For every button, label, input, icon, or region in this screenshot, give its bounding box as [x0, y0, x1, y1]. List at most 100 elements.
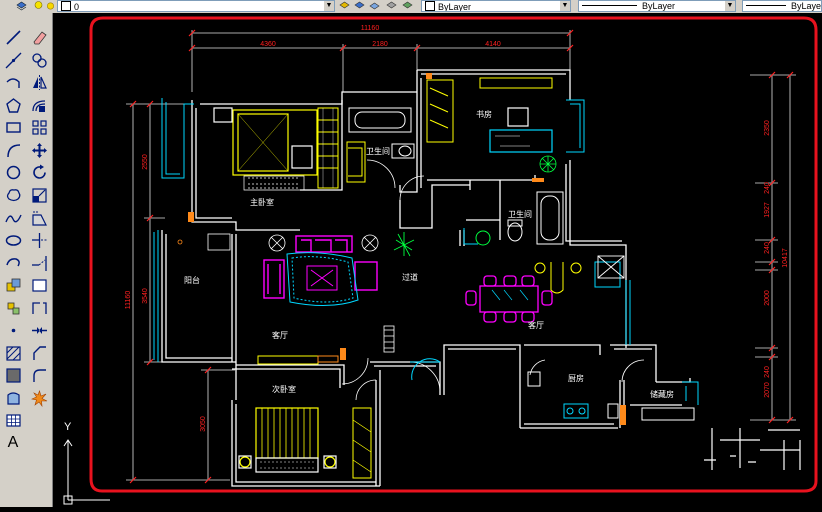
lineweight-value: ByLaye — [791, 1, 822, 11]
layer-unisolate-icon[interactable] — [402, 1, 413, 11]
dim-top-seg2: 2180 — [372, 41, 388, 48]
layer-value: 0 — [74, 2, 80, 12]
living-rug — [286, 252, 359, 307]
polygon-icon[interactable] — [3, 95, 23, 115]
dining-lamps — [534, 262, 582, 294]
table-icon[interactable] — [3, 410, 23, 430]
hatch-icon[interactable] — [3, 343, 23, 363]
chevron-down-icon[interactable]: ▼ — [324, 1, 334, 11]
dim-left-total: 11160 — [125, 291, 132, 310]
dim-right-total: 10417 — [782, 248, 789, 268]
ucs-y-label: Y — [64, 421, 72, 433]
scale-icon[interactable] — [29, 185, 49, 205]
layer-dropdown[interactable]: 0 ▼ — [57, 0, 335, 12]
dim-left-seg1: 2550 — [142, 154, 149, 170]
coffee-table — [306, 265, 338, 291]
ellipse-arc-icon[interactable] — [3, 253, 23, 273]
dim-left-seg2: 3540 — [142, 288, 149, 304]
layer-light-bulb-icon[interactable] — [33, 1, 44, 11]
ucs-icon — [63, 439, 110, 505]
dim-right-seg7: 2070 — [764, 382, 771, 398]
room-storage: 储藏房 — [650, 389, 674, 399]
modify-toolbar — [26, 13, 53, 507]
room-corridor: 过道 — [402, 272, 418, 282]
color-swatch — [425, 1, 435, 11]
dim-right-seg4: 240 — [764, 242, 771, 254]
room-kitchen: 厨房 — [568, 373, 584, 383]
room-balcony: 阳台 — [184, 275, 200, 285]
trim-icon[interactable] — [29, 230, 49, 250]
dim-right-seg6: 240 — [764, 366, 771, 378]
copy-icon[interactable] — [29, 50, 49, 70]
layer-states-icon[interactable] — [16, 1, 27, 11]
polyline-icon[interactable] — [3, 72, 23, 92]
corridor-column — [383, 325, 395, 353]
master-rug — [243, 175, 305, 191]
make-block-icon[interactable] — [3, 298, 23, 318]
color-dropdown[interactable]: ByLayer ▼ — [421, 0, 571, 12]
dim-right-seg5: 2000 — [764, 290, 771, 306]
partial-linework — [704, 428, 801, 470]
point-icon[interactable] — [3, 320, 23, 340]
door-swings — [341, 159, 645, 401]
make-object-layer-current-icon[interactable] — [339, 1, 350, 11]
chevron-down-icon[interactable]: ▼ — [725, 1, 735, 11]
dining-tableware — [491, 289, 529, 301]
offset-icon[interactable] — [29, 95, 49, 115]
gradient-icon[interactable] — [3, 365, 23, 385]
room-bathroom-1: 卫生间 — [366, 146, 390, 156]
dim-top-seg1: 4360 — [260, 41, 276, 48]
join-icon[interactable] — [29, 320, 49, 340]
lineweight-dropdown[interactable]: ByLaye — [742, 0, 822, 12]
dim-right-seg3: 1927 — [764, 202, 771, 218]
room-living: 客厅 — [272, 330, 288, 340]
second-wardrobe — [352, 407, 372, 479]
region-icon[interactable] — [3, 388, 23, 408]
ellipse-icon[interactable] — [3, 230, 23, 250]
arc-icon[interactable] — [3, 140, 23, 160]
lineweight-preview — [746, 5, 786, 6]
layer-freeze-sun-icon[interactable] — [45, 1, 56, 11]
erase-icon[interactable] — [29, 27, 49, 47]
insert-block-icon[interactable] — [3, 275, 23, 295]
drawing-canvas[interactable]: 11160 4360 2180 4140 11160 2550 3540 305… — [53, 13, 822, 507]
move-icon[interactable] — [29, 140, 49, 160]
dim-left-seg3: 3050 — [200, 416, 207, 432]
rectangle-icon[interactable] — [3, 117, 23, 137]
dim-top-seg3: 4140 — [485, 41, 501, 48]
break-at-point-icon[interactable] — [29, 275, 49, 295]
stretch-icon[interactable] — [29, 208, 49, 228]
master-bed — [213, 107, 318, 176]
color-value: ByLayer — [438, 2, 472, 12]
chamfer-icon[interactable] — [29, 343, 49, 363]
fillet-icon[interactable] — [29, 365, 49, 385]
dimension-lines — [126, 30, 796, 481]
mirror-icon[interactable] — [29, 72, 49, 92]
room-study: 书房 — [476, 109, 492, 119]
construction-line-icon[interactable] — [3, 50, 23, 70]
dim-right-seg1: 2350 — [764, 120, 771, 136]
multiline-text-icon[interactable]: A — [3, 433, 23, 453]
spline-icon[interactable] — [3, 208, 23, 228]
layer-walk-icon[interactable] — [369, 1, 380, 11]
layer-previous-icon[interactable] — [354, 1, 365, 11]
door-frames — [188, 73, 626, 425]
linetype-value: ByLayer — [642, 1, 676, 11]
revision-cloud-icon[interactable] — [3, 185, 23, 205]
armchairs — [268, 234, 379, 252]
room-master-bedroom: 主卧室 — [250, 197, 274, 207]
study-desk — [489, 107, 553, 153]
layer-iso-icon[interactable] — [386, 1, 397, 11]
explode-icon[interactable] — [29, 388, 49, 408]
line-icon[interactable] — [3, 27, 23, 47]
study-plant — [539, 155, 557, 173]
break-icon[interactable] — [29, 298, 49, 318]
circle-icon[interactable] — [3, 162, 23, 182]
linetype-dropdown[interactable]: ByLayer ▼ — [578, 0, 736, 12]
rotate-icon[interactable] — [29, 162, 49, 182]
extend-icon[interactable] — [29, 253, 49, 273]
corridor-plant — [393, 232, 415, 257]
array-icon[interactable] — [29, 117, 49, 137]
chevron-down-icon[interactable]: ▼ — [560, 1, 570, 11]
dimension-labels: 11160 4360 2180 4140 11160 2550 3540 305… — [125, 25, 789, 432]
